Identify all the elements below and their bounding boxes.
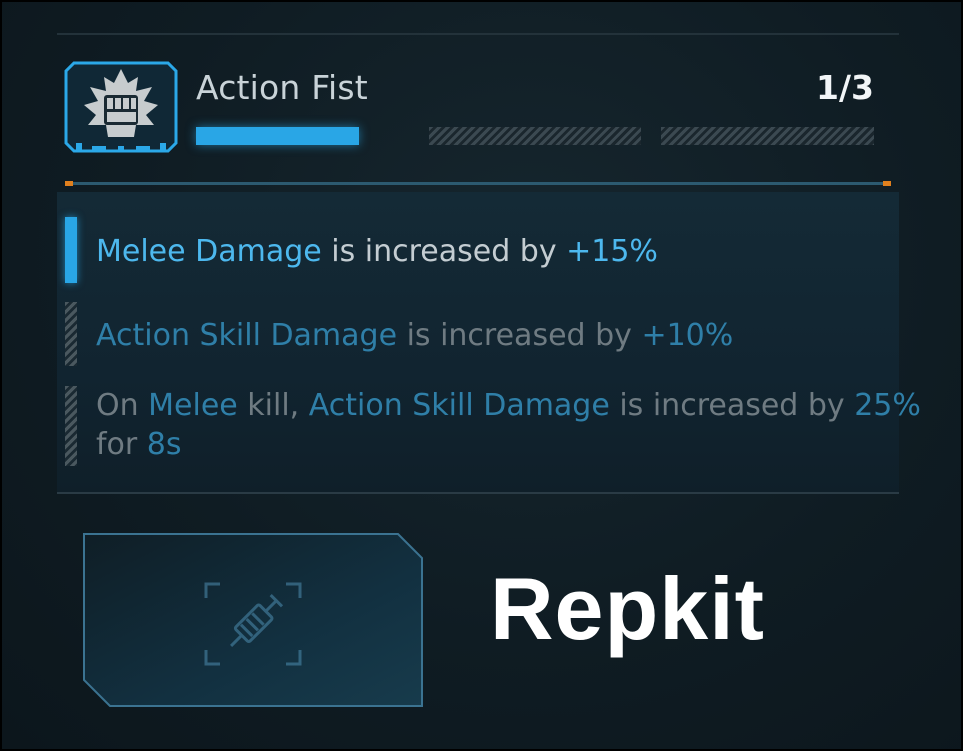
- effect-row: On Melee kill, Action Skill Damage is in…: [96, 387, 921, 425]
- effect-keyword: Melee Damage: [96, 234, 322, 269]
- effect-text: is increased by: [321, 234, 567, 269]
- effect-text: On: [96, 388, 149, 423]
- effect-keyword: +15%: [566, 234, 658, 269]
- effect-indicator-locked: [65, 302, 77, 366]
- divider-tick-right: [883, 181, 891, 186]
- effect-text: kill,: [237, 388, 309, 423]
- effect-keyword: Action Skill Damage: [308, 388, 610, 423]
- effect-indicator-active: [65, 217, 77, 283]
- effects-bottom-edge: [57, 492, 899, 494]
- effect-text: for: [96, 427, 147, 462]
- progress-segment-empty: [661, 127, 874, 145]
- effect-keyword: Melee: [148, 388, 238, 423]
- top-divider: [57, 33, 899, 35]
- fist-in-leaf-badge-icon[interactable]: [62, 59, 180, 155]
- game-panel: Action Fist 1/3 Melee Damage is increase…: [0, 0, 963, 751]
- effect-keyword: +10%: [641, 318, 734, 353]
- progress-segment-filled: [196, 127, 359, 145]
- effect-keyword: Action Skill Damage: [96, 318, 398, 353]
- effect-keyword: 8s: [146, 427, 182, 462]
- effect-row: Action Skill Damage is increased by +10%: [96, 317, 733, 355]
- effect-row: Melee Damage is increased by +15%: [96, 233, 658, 271]
- skill-rank: 1/3: [816, 68, 874, 107]
- effect-text: is increased by: [397, 318, 642, 353]
- progress-segment-empty: [428, 127, 642, 145]
- skill-title: Action Fist: [196, 68, 368, 107]
- section-divider: [65, 182, 891, 185]
- repkit-label: Repkit: [490, 559, 765, 658]
- effect-indicator-locked: [65, 386, 77, 466]
- repkit-slot[interactable]: [82, 532, 424, 708]
- effect-keyword: 25%: [854, 388, 921, 423]
- effect-row-continuation: for 8s: [96, 426, 182, 464]
- effect-text: is increased by: [609, 388, 855, 423]
- divider-tick-left: [65, 181, 73, 186]
